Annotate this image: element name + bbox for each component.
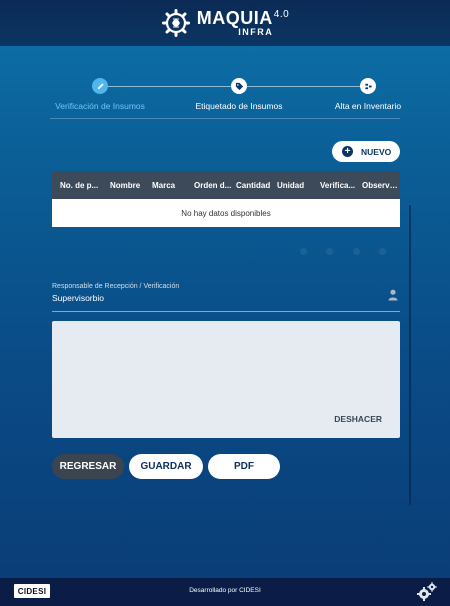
- next-page-icon[interactable]: [352, 248, 360, 255]
- pagination: [300, 248, 386, 258]
- undo-button[interactable]: DESHACER: [334, 414, 382, 424]
- process-stepper: Verificación de Insumos Etiquetado de In…: [50, 78, 401, 112]
- step-alta-inventario[interactable]: Alta en Inventario: [320, 78, 416, 111]
- supplies-table: No. de p... Nombre Marca Orden d... Cant…: [52, 171, 400, 227]
- table-body: No hay datos disponibles: [52, 199, 400, 227]
- person-icon: [388, 289, 398, 301]
- column-header[interactable]: Unidad: [277, 181, 315, 190]
- save-button[interactable]: GUARDAR: [129, 454, 203, 479]
- column-header[interactable]: Observa...: [362, 181, 400, 190]
- signature-pad[interactable]: DESHACER: [52, 321, 400, 438]
- step-verificacion[interactable]: Verificación de Insumos: [50, 78, 150, 111]
- new-button-label: NUEVO: [361, 146, 392, 157]
- step-label: Alta en Inventario: [334, 101, 402, 111]
- app-footer: CIDESI Desarrollado por CIDESI: [0, 578, 450, 606]
- responsable-field[interactable]: Responsable de Recepción / Verificación …: [52, 283, 400, 312]
- logo-subtitle: INFRA: [238, 27, 274, 37]
- step-label: Etiquetado de Insumos: [195, 101, 283, 111]
- plus-circle-icon: +: [342, 146, 353, 157]
- app-header: MAQUIA4.0 INFRA: [0, 0, 450, 46]
- divider: [50, 118, 400, 119]
- last-page-icon[interactable]: [378, 248, 386, 255]
- column-header[interactable]: Orden d...: [194, 181, 232, 190]
- scrollbar[interactable]: [409, 205, 411, 505]
- new-button[interactable]: + NUEVO: [332, 141, 400, 162]
- gears-icon[interactable]: [416, 582, 438, 602]
- responsable-label: Responsable de Recepción / Verificación: [52, 283, 180, 290]
- tag-icon: [231, 78, 247, 94]
- column-header[interactable]: Verifica...: [320, 181, 358, 190]
- back-button[interactable]: REGRESAR: [52, 454, 124, 479]
- pdf-button[interactable]: PDF: [208, 454, 280, 479]
- column-header[interactable]: No. de p...: [60, 181, 104, 190]
- step-etiquetado[interactable]: Etiquetado de Insumos: [189, 78, 289, 111]
- gear-brain-icon: [161, 9, 190, 37]
- responsable-value: Supervisorbio: [52, 293, 104, 303]
- column-header[interactable]: Nombre: [110, 181, 148, 190]
- step-label: Verificación de Insumos: [55, 101, 145, 111]
- column-header[interactable]: Marca: [152, 181, 190, 190]
- logo-version: 4.0: [273, 9, 290, 20]
- first-page-icon[interactable]: [300, 248, 307, 255]
- column-header[interactable]: Cantidad: [236, 181, 274, 190]
- empty-state-text: No hay datos disponibles: [181, 208, 271, 218]
- prev-page-icon[interactable]: [326, 248, 334, 255]
- app-logo: MAQUIA4.0 INFRA: [161, 8, 289, 38]
- logo-main-text: MAQUIA: [196, 8, 273, 28]
- pencil-icon: [92, 78, 108, 94]
- footer-credit: Desarrollado por CIDESI: [189, 587, 261, 594]
- inventory-icon: [360, 78, 376, 94]
- table-header: No. de p... Nombre Marca Orden d... Cant…: [52, 171, 400, 199]
